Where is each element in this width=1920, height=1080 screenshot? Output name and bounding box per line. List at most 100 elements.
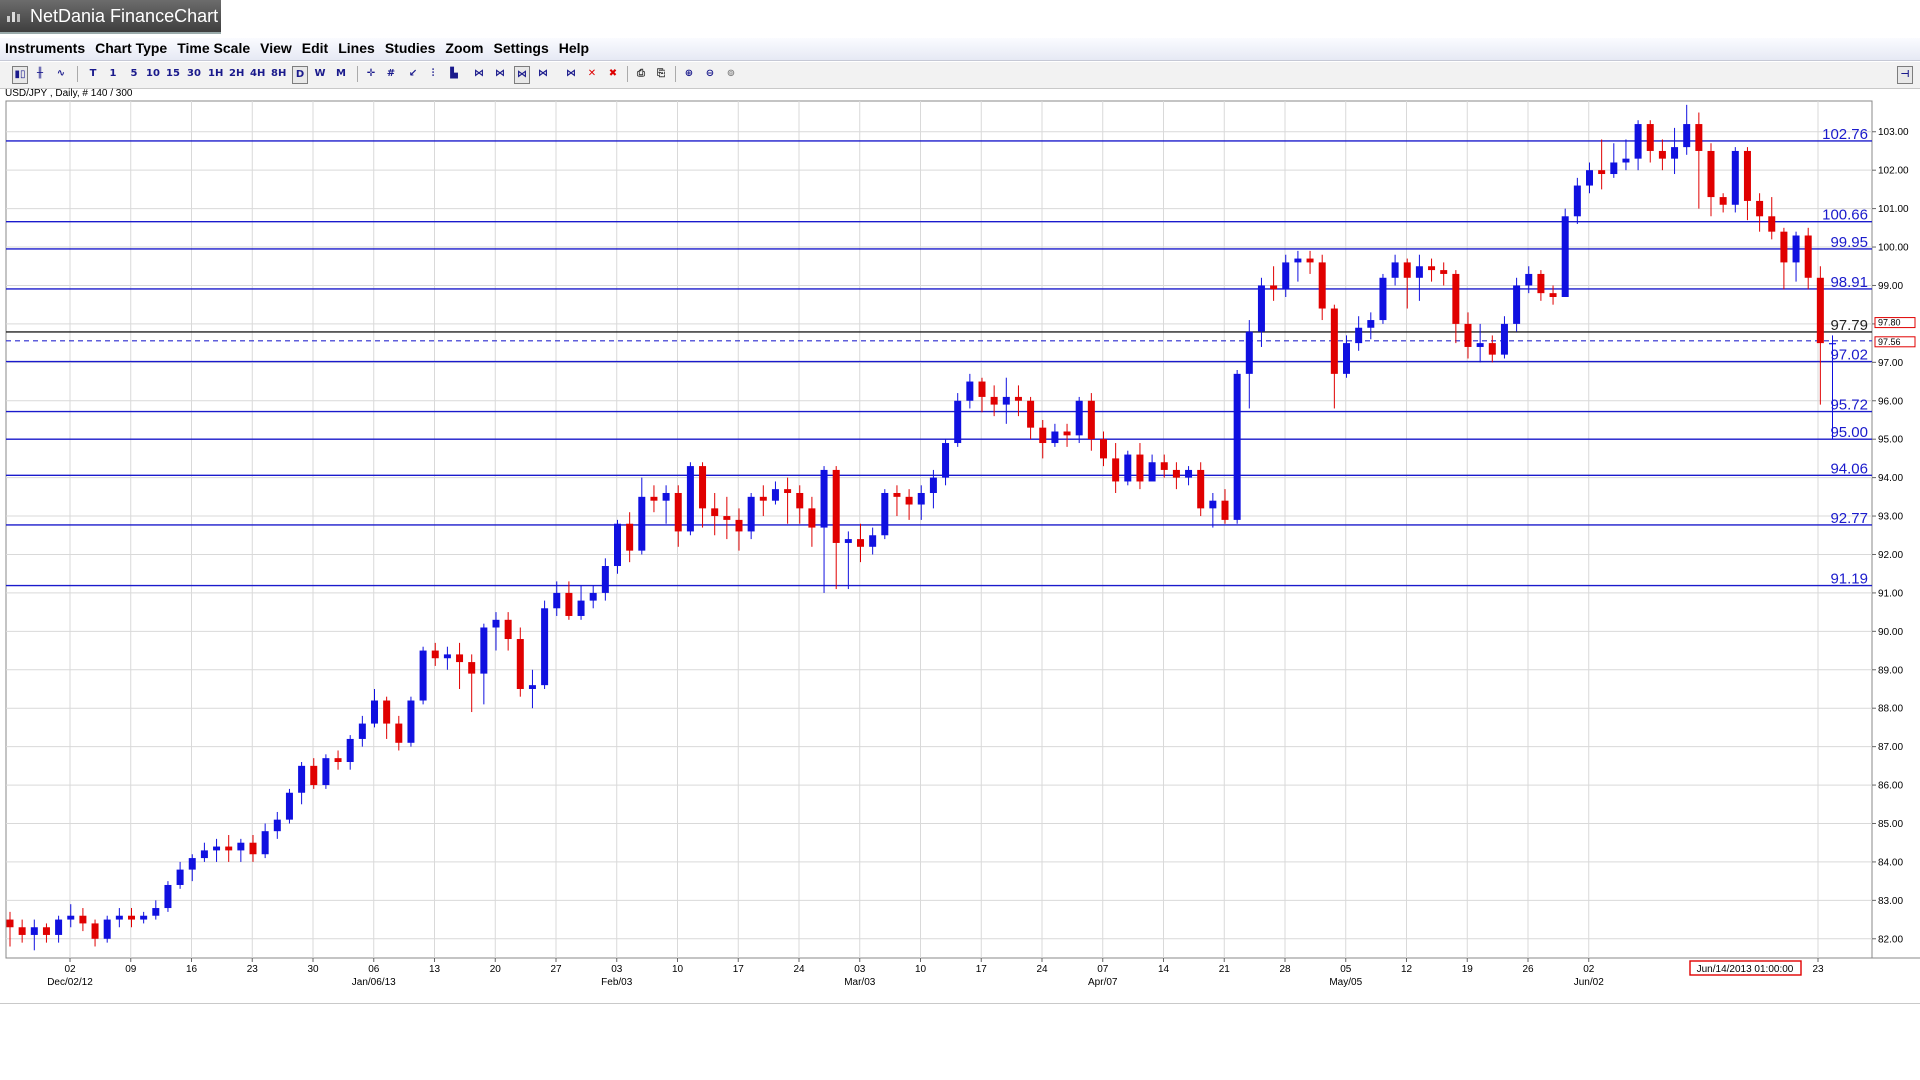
y-tick-label: 97.00 — [1878, 358, 1903, 369]
crosshair-icon[interactable]: ✛ — [364, 66, 378, 82]
y-tick-label: 93.00 — [1878, 512, 1903, 523]
menu-view[interactable]: View — [255, 38, 297, 56]
trendline-icon[interactable]: ↙ — [406, 66, 420, 82]
timeframe-daily[interactable]: D — [292, 66, 308, 84]
candle-body — [577, 600, 585, 616]
candle-body — [1185, 469, 1193, 478]
timeframe-4h[interactable]: 4H — [250, 66, 265, 82]
menu-zoom[interactable]: Zoom — [440, 38, 488, 56]
menu-settings[interactable]: Settings — [489, 38, 554, 56]
channel-icon[interactable]: ⋈ — [514, 66, 530, 84]
plot-area — [5, 100, 1873, 959]
timeframe-1h[interactable]: 1H — [208, 66, 223, 82]
level-label: 97.02 — [1830, 347, 1868, 364]
toolbar-separator — [675, 66, 676, 82]
timeframe-8h[interactable]: 8H — [271, 66, 286, 82]
candle-body — [614, 523, 621, 567]
candle-body — [407, 700, 415, 743]
y-tick-label: 85.00 — [1878, 819, 1903, 830]
fibonacci-icon[interactable]: ⋈ — [472, 66, 486, 82]
candle-body — [128, 915, 135, 920]
level-label: 94.06 — [1830, 460, 1868, 477]
y-tick-label: 82.00 — [1878, 934, 1903, 945]
candle-body — [650, 496, 658, 501]
candle-body — [1318, 262, 1326, 309]
timeframe-1min[interactable]: 1 — [106, 66, 120, 82]
grid-icon[interactable]: # — [384, 66, 398, 82]
candle-body — [516, 639, 524, 689]
candle-body — [1513, 285, 1521, 324]
candle-body — [480, 627, 488, 674]
candle-body — [1124, 454, 1132, 482]
candle-body — [1476, 343, 1484, 347]
zoom-in-icon[interactable]: ⊕ — [682, 66, 696, 82]
candle-body — [1756, 200, 1764, 217]
candle-body — [79, 915, 87, 924]
menu-lines[interactable]: Lines — [333, 38, 380, 56]
candle-body — [808, 508, 816, 528]
x-tick-label: 14 — [1158, 964, 1170, 975]
timeframe-monthly[interactable]: M — [334, 66, 348, 82]
candle-body — [1355, 327, 1363, 344]
menu-edit[interactable]: Edit — [297, 38, 333, 56]
candle-body — [1610, 162, 1618, 175]
pattern-icon[interactable]: ⋈ — [493, 66, 507, 82]
timeframe-10min[interactable]: 10 — [146, 66, 160, 82]
x-tick-label: 19 — [1462, 964, 1474, 975]
volume-icon[interactable]: ⫶ — [426, 66, 440, 82]
candle-body — [832, 469, 840, 543]
x-month-label: Jan/06/13 — [352, 977, 396, 988]
zoom-reset-icon[interactable]: ⊚ — [724, 66, 738, 82]
candle-body — [1403, 262, 1411, 278]
crosshair-date-label: Jun/14/2013 01:00:00 — [1697, 964, 1794, 975]
candle-body — [1039, 427, 1047, 444]
x-tick-label: 07 — [1097, 964, 1109, 975]
edit-line-icon[interactable]: ⋈ — [564, 66, 578, 82]
price-chart[interactable]: 82.00 83.00 84.00 85.00 86.00 87.00 88.00 89.00… — [0, 98, 1920, 1003]
candlestick-icon[interactable]: ▮▯ — [12, 66, 28, 84]
candle-body — [1221, 500, 1229, 520]
print-preview-icon[interactable]: ⎘ — [654, 66, 668, 82]
menu-chart-type[interactable]: Chart Type — [90, 38, 172, 56]
timeframe-30min[interactable]: 30 — [187, 66, 201, 82]
y-tick-label: 84.00 — [1878, 857, 1903, 868]
y-tick-label: 83.00 — [1878, 896, 1903, 907]
print-icon[interactable]: ⎙ — [634, 66, 648, 82]
delete-all-icon[interactable]: ✖ — [606, 66, 620, 82]
candle-body — [1051, 431, 1059, 444]
candle-body — [881, 492, 889, 536]
timeframe-5min[interactable]: 5 — [127, 66, 141, 82]
timeframe-tick[interactable]: T — [86, 66, 100, 82]
fan-icon[interactable]: ⋈ — [536, 66, 550, 82]
candle-body — [784, 489, 792, 493]
candle-body — [1561, 216, 1569, 297]
candle-body — [1415, 266, 1423, 278]
line-chart-icon[interactable]: ∿ — [54, 66, 68, 82]
timeframe-15min[interactable]: 15 — [166, 66, 180, 82]
candle-body — [1671, 147, 1679, 159]
menu-time-scale[interactable]: Time Scale — [172, 38, 255, 56]
window-titlebar: NetDania FinanceChart — [0, 0, 221, 34]
bar-style-icon[interactable]: ▙ — [447, 66, 461, 82]
candle-body — [711, 508, 719, 517]
menu-instruments[interactable]: Instruments — [0, 38, 90, 56]
y-tick-label: 95.00 — [1878, 435, 1903, 446]
y-tick-label: 103.00 — [1878, 127, 1909, 138]
timeframe-weekly[interactable]: W — [313, 66, 327, 82]
level-label: 98.91 — [1830, 274, 1868, 291]
menu-studies[interactable]: Studies — [380, 38, 441, 56]
zoom-out-icon[interactable]: ⊖ — [703, 66, 717, 82]
collapse-icon[interactable]: ⊣ — [1897, 66, 1913, 84]
bar-chart-icon[interactable]: ╫ — [33, 66, 47, 82]
candle-body — [164, 884, 172, 909]
timeframe-2h[interactable]: 2H — [229, 66, 244, 82]
candle-body — [1014, 396, 1022, 401]
delete-icon[interactable]: ✕ — [585, 66, 599, 82]
candle-body — [1233, 373, 1241, 520]
menu-help[interactable]: Help — [554, 38, 594, 56]
candle-body — [735, 519, 743, 532]
x-tick-label: 02 — [1583, 964, 1595, 975]
candle-body — [747, 496, 755, 532]
candle-body — [759, 496, 767, 501]
y-tick-label: 91.00 — [1878, 588, 1903, 599]
